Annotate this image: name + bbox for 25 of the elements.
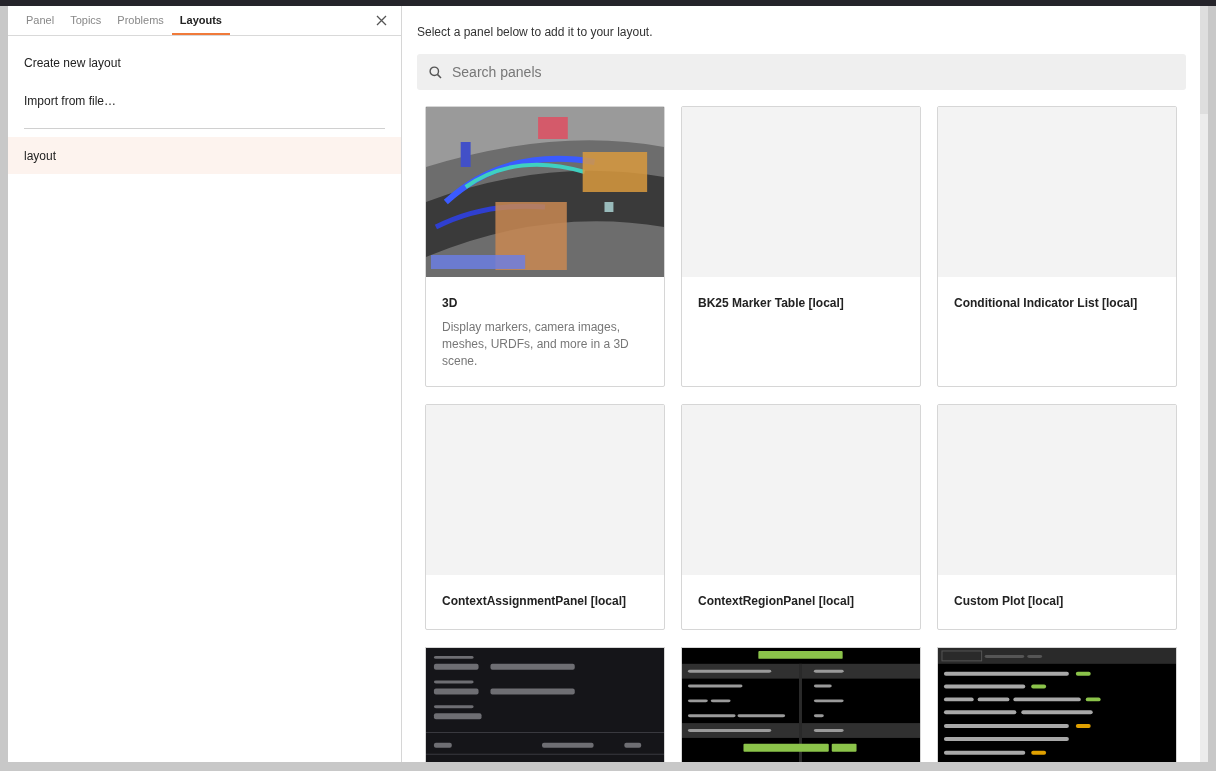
- panel-card[interactable]: ContextRegionPanel [local]: [681, 404, 921, 630]
- panel-description: Display markers, camera images, meshes, URDFs, and more in a 3D scene.: [442, 319, 630, 370]
- close-icon: [375, 15, 387, 26]
- panel-card[interactable]: ContextAssignmentPanel [local]: [425, 404, 665, 630]
- tab[interactable]: Topics: [62, 6, 110, 35]
- tab[interactable]: Panel: [18, 6, 63, 35]
- scrollbar[interactable]: [1200, 6, 1208, 762]
- panel-card[interactable]: Custom Plot [local]: [937, 404, 1177, 630]
- panel-title: Conditional Indicator List [local]: [954, 295, 1139, 312]
- panel-title: 3D: [442, 295, 459, 312]
- search-field[interactable]: Search panels: [417, 54, 1186, 90]
- tab[interactable]: Layouts: [171, 6, 230, 35]
- panel-card[interactable]: 3D Display markers, camera images, meshes, URDFs, and more in a 3D scene.: [425, 106, 665, 387]
- panel-card[interactable]: BK25 Marker Table [local]: [681, 106, 921, 387]
- tab[interactable]: Problems: [109, 6, 172, 35]
- instruction-text: Select a panel below to add it to your layout.: [417, 24, 654, 41]
- panel-title: Custom Plot [local]: [954, 593, 1065, 610]
- panel-title: ContextAssignmentPanel [local]: [442, 593, 628, 610]
- search-icon: [429, 66, 442, 79]
- layout-item[interactable]: layout: [8, 137, 401, 174]
- menu-item[interactable]: Import from file…: [8, 82, 401, 120]
- menu-item[interactable]: Create new layout: [8, 44, 401, 82]
- panel-card[interactable]: Conditional Indicator List [local]: [937, 106, 1177, 387]
- panel-title: ContextRegionPanel [local]: [698, 593, 856, 610]
- panel-title: BK25 Marker Table [local]: [698, 295, 845, 312]
